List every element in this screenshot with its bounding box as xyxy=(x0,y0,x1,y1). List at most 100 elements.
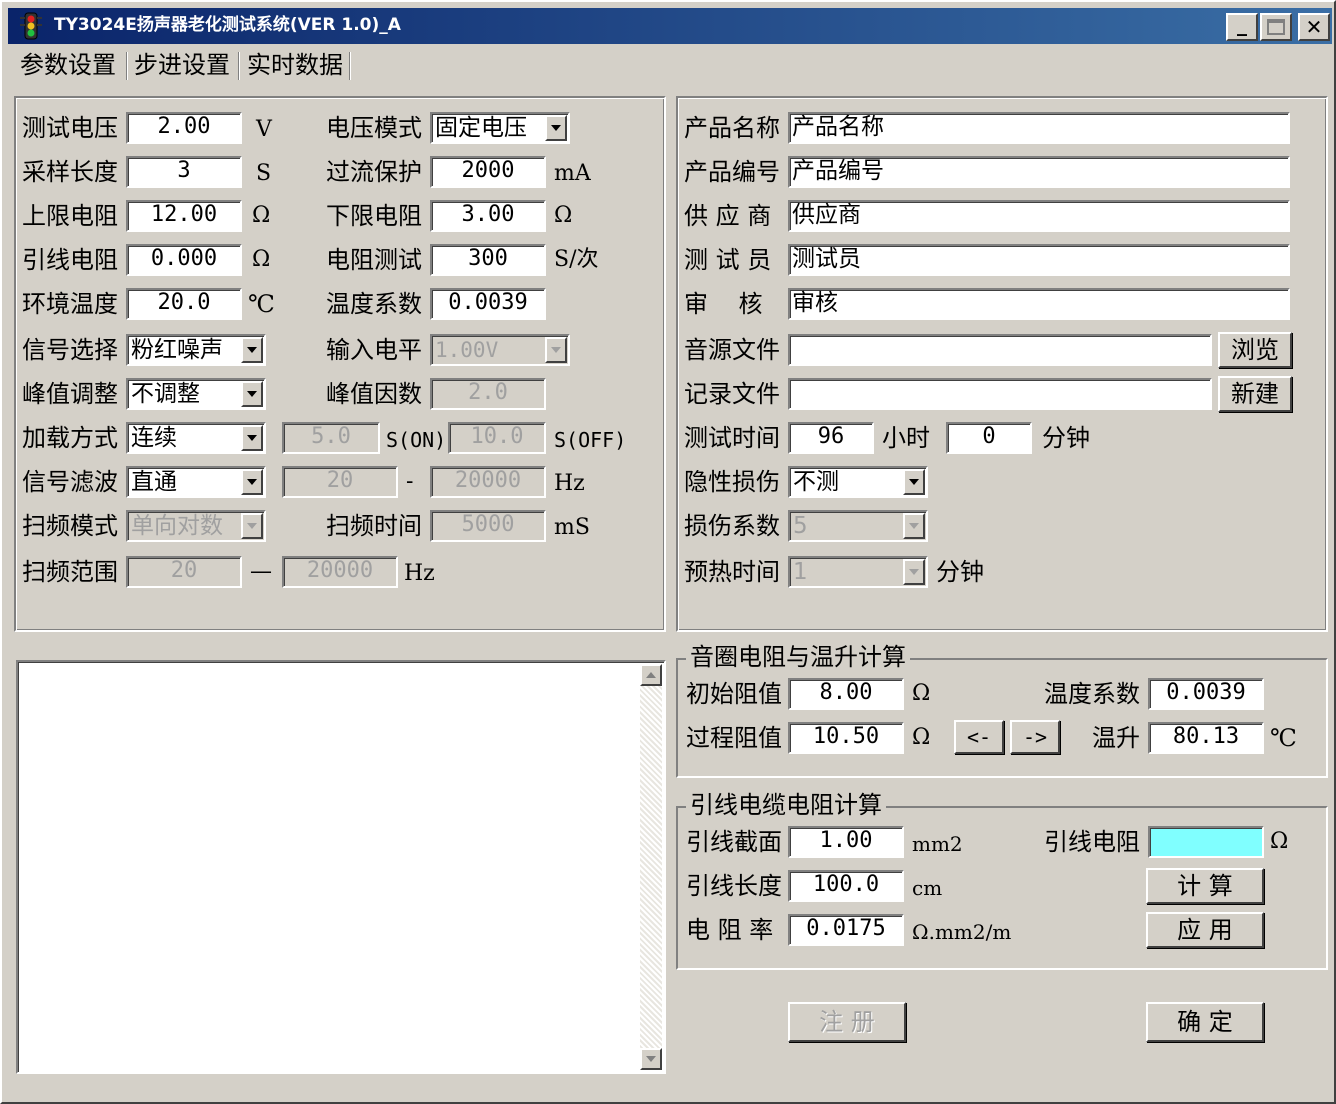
scroll-up-button[interactable] xyxy=(640,664,662,686)
voltage-mode-select[interactable]: 固定电压 xyxy=(430,112,570,144)
load-mode-value: 连续 xyxy=(131,425,177,451)
chevron-down-icon xyxy=(241,513,263,539)
env-temp-input[interactable]: 20.0 xyxy=(126,288,242,320)
sample-length-input[interactable]: 3 xyxy=(126,156,242,188)
voltage-mode-value: 固定电压 xyxy=(435,115,527,141)
load-off-unit: S(OFF) xyxy=(554,428,627,452)
hidden-damage-select[interactable]: 不测 xyxy=(788,466,928,498)
product-no-input[interactable]: 产品编号 xyxy=(788,156,1290,188)
initial-res-label: 初始阻值 xyxy=(686,680,782,708)
hidden-damage-value: 不测 xyxy=(793,469,839,495)
resistivity-input[interactable]: 0.0175 xyxy=(788,914,904,946)
test-time-label: 测试时间 xyxy=(684,424,780,452)
lower-res-input[interactable]: 3.00 xyxy=(430,200,546,232)
overcurrent-input[interactable]: 2000 xyxy=(430,156,546,188)
cable-length-unit: cm xyxy=(912,876,943,900)
res-test-label: 电阻测试 xyxy=(326,246,422,274)
log-scrollbar[interactable] xyxy=(640,664,662,1070)
load-off-input: 10.0 xyxy=(448,422,546,454)
temp-rise-input[interactable]: 80.13 xyxy=(1148,722,1264,754)
initial-res-input[interactable]: 8.00 xyxy=(788,678,904,710)
sweep-time-label: 扫频时间 xyxy=(326,512,422,540)
preheat-unit: 分钟 xyxy=(936,558,984,586)
test-minutes-input[interactable]: 0 xyxy=(946,422,1032,454)
sweep-mode-select: 单向对数 xyxy=(126,510,266,542)
upper-res-input[interactable]: 12.00 xyxy=(126,200,242,232)
lead-res-input[interactable]: 0.000 xyxy=(126,244,242,276)
test-hours-input[interactable]: 96 xyxy=(788,422,874,454)
browse-button[interactable]: 浏览 xyxy=(1218,332,1292,368)
record-file-input[interactable] xyxy=(788,378,1212,410)
chevron-down-icon[interactable] xyxy=(241,381,263,407)
auditor-input[interactable]: 审核 xyxy=(788,288,1290,320)
chevron-down-icon[interactable] xyxy=(545,115,567,141)
window-title: TY3024E扬声器老化测试系统(VER 1.0)_A xyxy=(54,15,401,35)
arrow-up-icon xyxy=(646,672,656,678)
sweep-dash: — xyxy=(250,559,272,584)
minimize-icon: _ xyxy=(1237,12,1247,36)
chevron-down-icon[interactable] xyxy=(241,337,263,363)
chevron-down-icon[interactable] xyxy=(241,469,263,495)
cable-length-label: 引线长度 xyxy=(686,872,782,900)
source-file-input[interactable] xyxy=(788,334,1212,366)
apply-button[interactable]: 应 用 xyxy=(1146,912,1264,948)
calculate-button[interactable]: 计 算 xyxy=(1146,868,1264,904)
load-mode-label: 加载方式 xyxy=(22,424,118,452)
input-level-select: 1.00V xyxy=(430,334,570,366)
new-file-button[interactable]: 新建 xyxy=(1218,376,1292,412)
scroll-down-button[interactable] xyxy=(640,1048,662,1070)
tab-realtime[interactable]: 实时数据 xyxy=(241,48,349,82)
cross-section-label: 引线截面 xyxy=(686,828,782,856)
res-test-input[interactable]: 300 xyxy=(430,244,546,276)
left-arrow-button[interactable]: <- xyxy=(954,720,1004,754)
peak-adjust-select[interactable]: 不调整 xyxy=(126,378,266,410)
chevron-down-icon[interactable] xyxy=(241,425,263,451)
tab-params[interactable]: 参数设置 xyxy=(14,48,122,82)
coil-temp-coef-label: 温度系数 xyxy=(1044,680,1140,708)
signal-filter-select[interactable]: 直通 xyxy=(126,466,266,498)
coil-calc-title: 音圈电阻与温升计算 xyxy=(686,643,910,671)
sweep-mode-value: 单向对数 xyxy=(131,513,223,539)
hidden-damage-label: 隐性损伤 xyxy=(684,468,780,496)
signal-select-label: 信号选择 xyxy=(22,336,118,364)
peak-factor-input: 2.0 xyxy=(430,378,546,410)
sweep-range-label: 扫频范围 xyxy=(22,558,118,586)
process-res-input[interactable]: 10.50 xyxy=(788,722,904,754)
arrow-down-icon xyxy=(646,1056,656,1062)
signal-select-dropdown[interactable]: 粉红噪声 xyxy=(126,334,266,366)
cross-section-input[interactable]: 1.00 xyxy=(788,826,904,858)
cross-section-unit: mm2 xyxy=(912,832,963,856)
minutes-unit: 分钟 xyxy=(1042,424,1090,452)
test-voltage-label: 测试电压 xyxy=(22,114,118,142)
supplier-input[interactable]: 供应商 xyxy=(788,200,1290,232)
filter-low-input: 20 xyxy=(282,466,398,498)
coil-temp-coef-input[interactable]: 0.0039 xyxy=(1148,678,1264,710)
env-temp-unit: ℃ xyxy=(248,290,275,318)
maximize-button[interactable] xyxy=(1260,13,1292,41)
temp-coef-label: 温度系数 xyxy=(326,290,422,318)
cable-length-input[interactable]: 100.0 xyxy=(788,870,904,902)
cable-lead-res-label: 引线电阻 xyxy=(1044,828,1140,856)
record-file-label: 记录文件 xyxy=(684,380,780,408)
tab-step[interactable]: 步进设置 xyxy=(128,48,236,82)
ok-button[interactable]: 确 定 xyxy=(1146,1002,1264,1042)
close-button[interactable]: ✕ xyxy=(1298,13,1330,41)
initial-res-unit: Ω xyxy=(912,681,931,706)
preheat-select: 1 xyxy=(788,556,928,588)
hours-unit: 小时 xyxy=(882,424,930,452)
right-arrow-button[interactable]: -> xyxy=(1010,720,1060,754)
chevron-down-icon xyxy=(903,559,925,585)
upper-res-unit: Ω xyxy=(252,203,271,228)
sweep-high-input: 20000 xyxy=(282,556,398,588)
process-res-unit: Ω xyxy=(912,725,931,750)
temp-coef-input[interactable]: 0.0039 xyxy=(430,288,546,320)
minimize-button[interactable]: _ xyxy=(1226,13,1258,41)
log-textarea[interactable] xyxy=(16,660,666,1074)
product-name-input[interactable]: 产品名称 xyxy=(788,112,1290,144)
load-mode-select[interactable]: 连续 xyxy=(126,422,266,454)
chevron-down-icon[interactable] xyxy=(903,469,925,495)
chevron-down-icon xyxy=(903,513,925,539)
test-voltage-input[interactable]: 2.00 xyxy=(126,112,242,144)
filter-unit: Hz xyxy=(554,471,585,496)
tester-input[interactable]: 测试员 xyxy=(788,244,1290,276)
